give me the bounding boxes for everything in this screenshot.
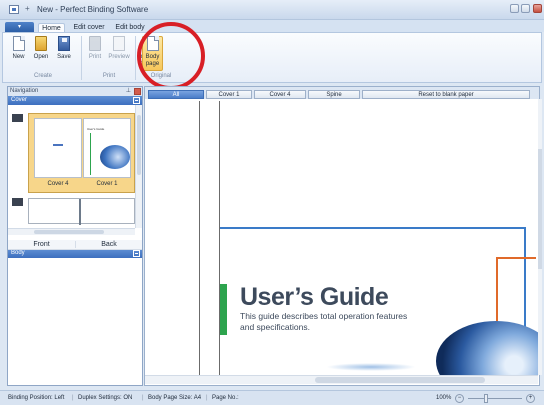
decorative-swoosh xyxy=(326,363,416,371)
status-bar: Binding Position: Left | Duplex Settings… xyxy=(0,390,544,405)
zoom-slider-thumb[interactable] xyxy=(484,394,488,403)
status-separator: | xyxy=(72,395,74,401)
status-separator: | xyxy=(142,395,144,401)
open-folder-icon xyxy=(35,36,47,51)
page-size-status: Body Page Size: A4 xyxy=(148,395,202,401)
horizontal-scrollbar[interactable] xyxy=(8,228,135,235)
cover1-button[interactable]: Cover 1 xyxy=(206,90,252,99)
viewer-vscroll-thumb[interactable] xyxy=(538,149,542,269)
panel-close-icon[interactable] xyxy=(134,88,141,95)
cover1-page: User's Guide xyxy=(83,118,131,178)
scroll-thumb[interactable] xyxy=(137,115,141,175)
new-label: New xyxy=(12,54,25,60)
zoom-out-icon[interactable]: − xyxy=(455,394,464,403)
new-button[interactable]: New xyxy=(10,36,27,72)
document-title: User’s Guide xyxy=(240,283,389,311)
view-all-button[interactable]: All xyxy=(148,90,204,99)
navigation-header: Navigation ⊥ xyxy=(8,87,142,96)
page-stack-icon xyxy=(12,198,23,206)
spine-button[interactable]: Spine xyxy=(308,90,360,99)
cover4-page xyxy=(34,118,82,178)
ribbon-panel: New Open Save Create Print Preview Print… xyxy=(2,32,542,83)
cover1-label: Cover 1 xyxy=(96,181,118,187)
back-column: Back xyxy=(75,241,142,248)
pin-icon[interactable]: ⊥ xyxy=(126,87,131,96)
cover4-button[interactable]: Cover 4 xyxy=(254,90,306,99)
viewer-hscroll[interactable] xyxy=(145,375,538,384)
zoom-in-icon[interactable]: + xyxy=(526,394,535,403)
print-group-label: Print xyxy=(102,73,116,79)
status-separator: | xyxy=(206,395,208,401)
file-menu-button[interactable]: ▾ xyxy=(5,22,34,32)
preview-label: Preview xyxy=(108,54,130,60)
green-bar xyxy=(220,284,227,335)
group-divider xyxy=(81,36,82,80)
minimize-icon[interactable] xyxy=(510,4,519,13)
body-section-bar[interactable]: Body xyxy=(8,249,142,258)
page-edge-line xyxy=(199,101,200,375)
window-title: New - Perfect Binding Software xyxy=(37,5,149,14)
app-icon[interactable] xyxy=(9,5,19,14)
close-icon[interactable] xyxy=(533,4,542,13)
duplex-status: Duplex Settings: ON xyxy=(78,395,133,401)
quick-access-marker[interactable]: + xyxy=(25,4,30,13)
collapse-icon[interactable] xyxy=(133,97,140,104)
reset-blank-paper-button[interactable]: Reset to blank paper xyxy=(362,90,530,99)
thumb-graphic xyxy=(100,145,130,169)
body-columns: Front Back xyxy=(8,240,142,250)
collapse-icon[interactable] xyxy=(133,250,140,257)
open-button[interactable]: Open xyxy=(31,36,51,72)
open-label: Open xyxy=(33,54,49,60)
group-divider xyxy=(135,36,136,80)
create-group-label: Create xyxy=(33,73,52,79)
save-button[interactable]: Save xyxy=(55,36,73,72)
print-label: Print xyxy=(88,54,102,60)
binding-position-status: Binding Position: Left xyxy=(8,395,65,401)
document-subtitle-1: This guide describes total operation fea… xyxy=(240,311,408,321)
viewer-vscroll[interactable] xyxy=(538,99,542,375)
logo-mark xyxy=(53,144,63,146)
cover4-label: Cover 4 xyxy=(47,181,69,187)
thumb-title: User's Guide xyxy=(87,127,105,131)
title-bar: + New - Perfect Binding Software xyxy=(0,0,544,20)
hscroll-thumb[interactable] xyxy=(34,230,104,234)
body-section-label: Body xyxy=(11,250,25,256)
preview-magnifier-icon xyxy=(113,36,125,51)
save-label: Save xyxy=(57,54,71,60)
save-icon xyxy=(58,36,70,51)
front-column: Front xyxy=(33,241,50,248)
viewer-hscroll-thumb[interactable] xyxy=(315,377,485,383)
navigation-title: Navigation xyxy=(10,88,39,94)
cover-thumbnail-area: User's Guide Cover 4 Cover 1 xyxy=(8,105,142,235)
highlight-ring xyxy=(137,22,205,90)
zoom-level: 100% xyxy=(436,395,452,401)
printer-icon xyxy=(89,36,101,51)
thumb-green-bar xyxy=(90,133,91,175)
maximize-icon[interactable] xyxy=(521,4,530,13)
document-subtitle-2: and specifications. xyxy=(240,322,310,332)
cover-section-bar[interactable]: Cover xyxy=(8,96,142,105)
page-stack-icon xyxy=(12,114,23,122)
preview-button[interactable]: Preview xyxy=(107,36,131,72)
spine-divider xyxy=(79,199,81,225)
page-number-status: Page No.: xyxy=(212,395,239,401)
vertical-scrollbar[interactable] xyxy=(135,105,142,228)
canvas[interactable]: User’s Guide This guide describes total … xyxy=(146,101,538,375)
new-document-icon xyxy=(12,36,25,51)
cover-section-label: Cover xyxy=(11,97,28,103)
next-thumbnail[interactable] xyxy=(28,198,135,225)
cover-thumbnail[interactable]: User's Guide Cover 4 Cover 1 xyxy=(28,113,135,193)
navigation-panel: Navigation ⊥ Cover User's Guide Cover 4 … xyxy=(7,86,143,386)
zoom-slider-track[interactable] xyxy=(468,398,522,399)
print-button[interactable]: Print xyxy=(87,36,103,72)
